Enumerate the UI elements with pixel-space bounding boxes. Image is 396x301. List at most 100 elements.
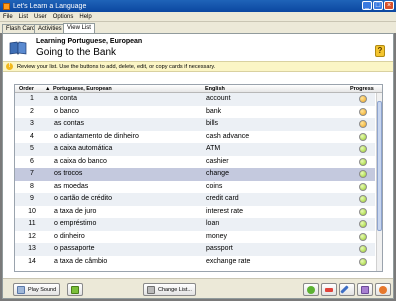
stop-button[interactable] [375, 283, 391, 296]
row-english: interest rate [206, 207, 243, 215]
progress-indicator-icon [359, 132, 367, 141]
table-row[interactable]: 4 o adiantamento de dinheiro cash advance [15, 131, 375, 144]
menu-list[interactable]: List [19, 14, 28, 20]
row-order: 12 [28, 232, 36, 240]
row-portuguese: o passaporte [54, 245, 95, 252]
vocab-table: Order ▲ Portuguese, European English Pro… [14, 84, 383, 272]
table-row[interactable]: 10 a taxa de juro interest rate [15, 206, 375, 219]
row-english: cashier [206, 157, 229, 165]
content-panel: Learning Portuguese, European Going to t… [2, 33, 394, 299]
refresh-icon [71, 285, 79, 294]
copy-icon [361, 285, 369, 294]
maximize-button[interactable]: □ [373, 1, 383, 10]
table-body: 1 a conta account 2 o banco bank 3 as contas bil… [15, 93, 375, 268]
delete-card-button[interactable] [321, 283, 337, 296]
play-sound-label: Play Sound [28, 286, 57, 293]
lesson-subtitle: Going to the Bank [36, 47, 117, 58]
row-english: bills [206, 120, 219, 127]
row-order: 9 [30, 195, 34, 202]
row-portuguese: os trocos [54, 170, 83, 177]
minimize-button[interactable]: _ [362, 1, 372, 10]
menu-user[interactable]: User [34, 14, 47, 20]
row-english: account [206, 95, 231, 102]
row-portuguese: o adiantamento de dinheiro [54, 132, 139, 140]
row-order: 10 [28, 207, 36, 215]
table-row[interactable]: 5 a caixa automática ATM [15, 143, 375, 156]
col-english[interactable]: English [205, 86, 225, 92]
row-english: change [206, 170, 229, 177]
row-portuguese: o empréstimo [54, 220, 97, 227]
table-row[interactable]: 6 a caixa do banco cashier [15, 156, 375, 169]
table-row[interactable]: 2 o banco bank [15, 106, 375, 119]
row-order: 13 [28, 245, 36, 252]
row-order: 4 [30, 132, 34, 140]
stop-icon [379, 285, 387, 294]
menu-options[interactable]: Options [53, 14, 74, 20]
change-list-label: Change List... [158, 286, 192, 293]
vertical-scrollbar[interactable] [376, 93, 382, 271]
row-order: 1 [30, 95, 34, 102]
progress-indicator-icon [359, 107, 367, 116]
table-row[interactable]: 12 o dinheiro money [15, 231, 375, 244]
col-order[interactable]: Order [19, 86, 34, 92]
speaker-icon [17, 285, 25, 294]
sort-arrow-icon: ▲ [45, 86, 51, 92]
scroll-thumb[interactable] [377, 101, 382, 231]
progress-indicator-icon [359, 195, 367, 203]
progress-indicator-icon [359, 157, 367, 166]
tab-activities[interactable]: Activities [34, 24, 66, 33]
edit-card-button[interactable] [339, 283, 355, 296]
row-order: 11 [28, 220, 36, 227]
title-bar: Let's Learn a Language _ □ × [0, 0, 396, 12]
row-english: passport [206, 245, 233, 252]
help-icon[interactable]: ? [375, 45, 385, 57]
row-english: exchange rate [206, 257, 251, 265]
progress-indicator-icon [359, 170, 367, 178]
table-row[interactable]: 14 a taxa de câmbio exchange rate [15, 256, 375, 269]
row-order: 8 [30, 182, 34, 190]
progress-indicator-icon [359, 120, 367, 128]
close-button[interactable]: × [384, 1, 394, 10]
progress-indicator-icon [359, 95, 367, 103]
row-portuguese: as contas [54, 120, 84, 127]
info-text: Review your list. Use the buttons to add… [17, 63, 216, 70]
copy-card-button[interactable] [357, 283, 373, 296]
row-portuguese: a caixa automática [54, 145, 113, 152]
info-icon: ! [6, 63, 13, 70]
row-order: 5 [30, 145, 34, 152]
menu-bar: File List User Options Help [0, 12, 396, 22]
row-english: cash advance [206, 132, 250, 140]
col-portuguese[interactable]: Portuguese, European [53, 86, 112, 92]
table-row[interactable]: 13 o passaporte passport [15, 243, 375, 256]
menu-help[interactable]: Help [79, 14, 91, 20]
row-english: money [206, 232, 228, 240]
table-row[interactable]: 9 o cartão de crédito credit card [15, 193, 375, 206]
table-row[interactable]: 3 as contas bills [15, 118, 375, 131]
table-row[interactable]: 11 o empréstimo loan [15, 218, 375, 231]
row-order: 2 [30, 107, 34, 115]
app-icon [3, 2, 10, 10]
row-english: loan [206, 220, 220, 227]
play-sound-button[interactable]: Play Sound [13, 283, 61, 296]
plus-icon [307, 285, 315, 294]
table-row[interactable]: 1 a conta account [15, 93, 375, 106]
progress-indicator-icon [359, 220, 367, 228]
add-card-button[interactable] [303, 283, 319, 296]
col-progress[interactable]: Progress [350, 86, 374, 92]
row-portuguese: o banco [54, 107, 79, 115]
table-header: Order ▲ Portuguese, European English Pro… [15, 85, 382, 93]
table-row[interactable]: 7 os trocos change [15, 168, 375, 181]
progress-indicator-icon [359, 245, 367, 253]
row-portuguese: a conta [54, 95, 77, 102]
change-list-button[interactable]: Change List... [143, 283, 196, 296]
progress-indicator-icon [359, 207, 367, 216]
menu-file[interactable]: File [3, 14, 13, 20]
tab-view-list[interactable]: View List [63, 23, 95, 33]
list-icon [147, 285, 155, 294]
minus-icon [325, 287, 333, 292]
row-portuguese: as moedas [54, 182, 89, 190]
row-order: 6 [30, 157, 34, 165]
repeat-button[interactable] [67, 283, 83, 296]
bottom-toolbar: Play Sound Change List... [3, 278, 393, 298]
table-row[interactable]: 8 as moedas coins [15, 181, 375, 194]
